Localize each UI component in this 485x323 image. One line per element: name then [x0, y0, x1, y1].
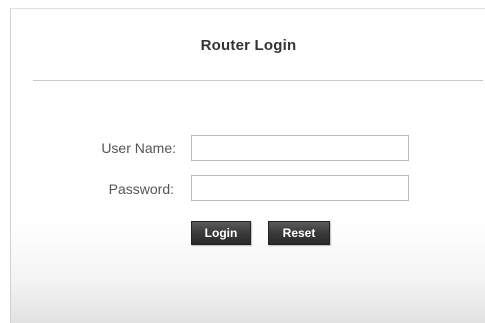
title-divider [33, 80, 483, 81]
password-label: Password: [108, 181, 174, 197]
username-input[interactable] [191, 135, 409, 161]
password-input[interactable] [191, 175, 409, 201]
page-title: Router Login [200, 37, 297, 54]
login-button[interactable]: Login [191, 221, 251, 245]
username-label: User Name: [101, 140, 176, 156]
login-panel: Router Login User Name: Password: Login … [10, 8, 485, 323]
reset-button[interactable]: Reset [268, 221, 330, 245]
